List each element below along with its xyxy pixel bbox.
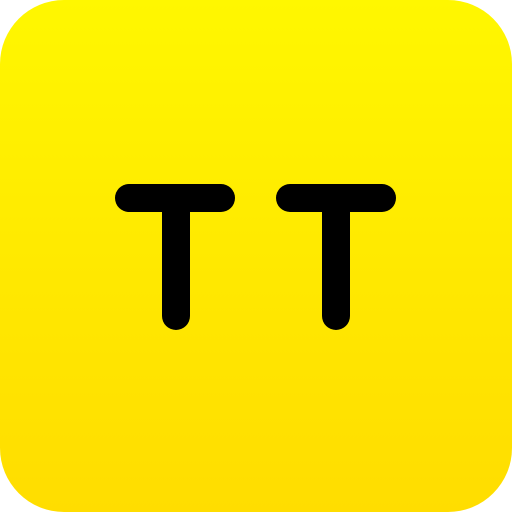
tt-logo-icon: [115, 184, 396, 330]
letter-t-right: [276, 184, 396, 330]
app-icon[interactable]: [0, 0, 512, 512]
letter-t-left: [115, 184, 235, 330]
